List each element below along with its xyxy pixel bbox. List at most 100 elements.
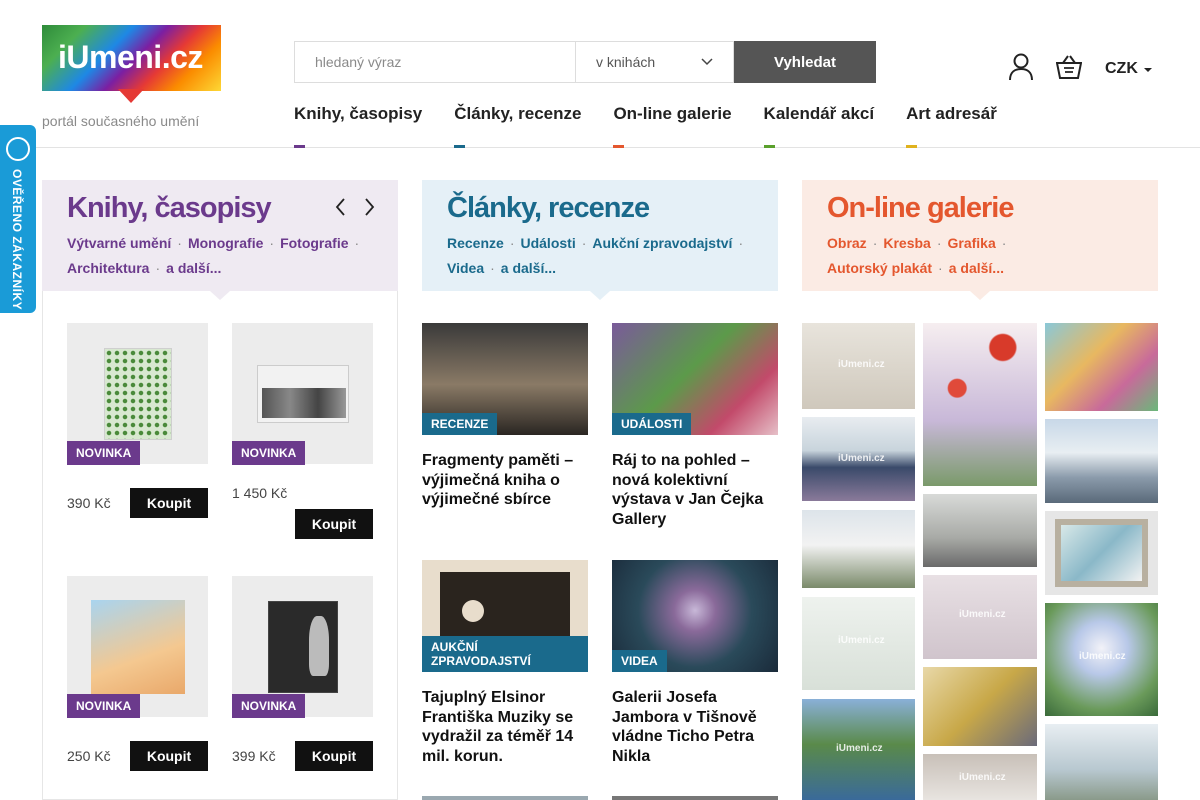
article-card[interactable]: VIDEA Galerii Josefa Jambora v Tišnově v… bbox=[612, 560, 778, 766]
book-card[interactable]: NOVINKA 1 450 Kč Koupit bbox=[232, 323, 373, 539]
artwork-thumbnail[interactable] bbox=[923, 494, 1037, 567]
nav-label: Art adresář bbox=[906, 104, 997, 123]
category-badge: VIDEA bbox=[612, 650, 667, 672]
category-badge: AUKČNÍ ZPRAVODAJSTVÍ bbox=[422, 636, 588, 672]
artwork-thumbnail[interactable]: iUmeni.cz bbox=[923, 754, 1037, 800]
book-price: 390 Kč bbox=[67, 495, 111, 511]
gallery-link[interactable]: Kresba bbox=[883, 235, 930, 251]
chevron-left-icon[interactable] bbox=[332, 196, 350, 218]
buy-button[interactable]: Koupit bbox=[130, 741, 208, 771]
new-badge: NOVINKA bbox=[67, 694, 141, 718]
new-badge: NOVINKA bbox=[232, 694, 306, 718]
artwork-thumbnail[interactable] bbox=[1045, 323, 1158, 411]
chevron-down-icon bbox=[701, 58, 713, 66]
artwork-thumbnail[interactable] bbox=[923, 667, 1037, 746]
article-image-partial bbox=[612, 796, 778, 800]
books-link[interactable]: Výtvarné umění bbox=[67, 235, 171, 251]
article-card[interactable]: RECENZE Fragmenty paměti – výjimečná kni… bbox=[422, 323, 588, 510]
books-header: Knihy, časopisy Výtvarné umění · Monografi… bbox=[42, 180, 398, 300]
articles-link[interactable]: Události bbox=[520, 235, 575, 251]
articles-title[interactable]: Články, recenze bbox=[447, 192, 753, 225]
artwork-thumbnail[interactable]: iUmeni.cz bbox=[802, 699, 915, 800]
category-badge: UDÁLOSTI bbox=[612, 413, 692, 435]
currency-label: CZK bbox=[1105, 60, 1138, 77]
header-notch bbox=[970, 291, 990, 300]
nav-item-gallery[interactable]: On-line galerie bbox=[613, 104, 732, 148]
gallery-link[interactable]: Grafika bbox=[948, 235, 996, 251]
nav-bar bbox=[613, 145, 625, 148]
nav-item-calendar[interactable]: Kalendář akcí bbox=[763, 104, 874, 148]
books-title[interactable]: Knihy, časopisy bbox=[67, 192, 373, 225]
article-title[interactable]: Tajuplný Elsinor Františka Muziky se vyd… bbox=[422, 688, 588, 766]
nav-label: Články, recenze bbox=[454, 104, 582, 123]
artwork-thumbnail[interactable]: iUmeni.cz bbox=[802, 597, 915, 690]
gallery-link[interactable]: a další... bbox=[949, 260, 1004, 276]
currency-switch[interactable]: CZK bbox=[1105, 60, 1152, 78]
book-card[interactable]: NOVINKA 399 Kč Koupit bbox=[232, 576, 373, 771]
watermark: iUmeni.cz bbox=[959, 772, 1006, 783]
article-image: AUKČNÍ ZPRAVODAJSTVÍ bbox=[422, 560, 588, 672]
book-card[interactable]: NOVINKA 250 Kč Koupit bbox=[67, 576, 208, 771]
articles-header: Články, recenze Recenze · Události · Aukční … bbox=[422, 180, 778, 300]
article-title[interactable]: Ráj to na pohled – nová kolektivní výsta… bbox=[612, 451, 778, 529]
article-image-partial bbox=[422, 796, 588, 800]
search-scope-select[interactable]: v knihách bbox=[575, 41, 734, 83]
books-link[interactable]: Architektura bbox=[67, 260, 149, 276]
artwork-thumbnail[interactable]: iUmeni.cz bbox=[1045, 603, 1158, 716]
articles-link[interactable]: Aukční zpravodajství bbox=[592, 235, 732, 251]
artwork-thumbnail[interactable] bbox=[923, 323, 1037, 486]
verified-by-customers-tab[interactable]: OVĚŘENO ZÁKAZNÍKY bbox=[0, 125, 36, 313]
logo-tip bbox=[118, 89, 144, 103]
artwork-thumbnail[interactable]: iUmeni.cz bbox=[802, 323, 915, 409]
search-button[interactable]: Vyhledat bbox=[734, 41, 876, 83]
book-card[interactable]: NOVINKA 390 Kč Koupit bbox=[67, 323, 208, 518]
site-logo[interactable]: iUmeni.cz bbox=[42, 25, 221, 103]
article-card[interactable]: AUKČNÍ ZPRAVODAJSTVÍ Tajuplný Elsinor Fr… bbox=[422, 560, 588, 766]
artwork-thumbnail[interactable] bbox=[1045, 724, 1158, 800]
artwork-thumbnail[interactable] bbox=[1045, 419, 1158, 503]
watermark: iUmeni.cz bbox=[959, 609, 1006, 620]
article-image: UDÁLOSTI bbox=[612, 323, 778, 435]
nav-bar bbox=[906, 145, 918, 148]
books-links: Výtvarné umění · Monografie · Fotografie · Arc… bbox=[67, 235, 360, 276]
verified-label: OVĚŘENO ZÁKAZNÍKY bbox=[10, 169, 24, 311]
watermark: iUmeni.cz bbox=[838, 453, 885, 464]
artwork-thumbnail[interactable] bbox=[1045, 511, 1158, 595]
book-cover: NOVINKA bbox=[67, 576, 208, 718]
artwork-thumbnail[interactable] bbox=[802, 510, 915, 588]
header-notch bbox=[590, 291, 610, 300]
articles-link[interactable]: Videa bbox=[447, 260, 484, 276]
article-title[interactable]: Galerii Josefa Jambora v Tišnově vládne … bbox=[612, 688, 778, 766]
nav-item-books[interactable]: Knihy, časopisy bbox=[294, 104, 422, 148]
artwork-thumbnail[interactable]: iUmeni.cz bbox=[923, 575, 1037, 659]
article-title[interactable]: Fragmenty paměti – výjimečná kniha o výj… bbox=[422, 451, 588, 510]
buy-button[interactable]: Koupit bbox=[295, 741, 373, 771]
nav-bar bbox=[763, 145, 775, 148]
buy-button[interactable]: Koupit bbox=[130, 488, 208, 518]
nav-item-articles[interactable]: Články, recenze bbox=[454, 104, 581, 148]
main-nav: Knihy, časopisy Články, recenze On-line … bbox=[294, 104, 1029, 148]
artwork-thumbnail[interactable]: iUmeni.cz bbox=[802, 417, 915, 501]
gallery-link[interactable]: Obraz bbox=[827, 235, 867, 251]
articles-link[interactable]: a další... bbox=[501, 260, 556, 276]
books-link[interactable]: Fotografie bbox=[280, 235, 348, 251]
site-header: iUmeni.cz portál současného umění v knih… bbox=[0, 0, 1200, 148]
article-card[interactable]: UDÁLOSTI Ráj to na pohled – nová kolekti… bbox=[612, 323, 778, 529]
new-badge: NOVINKA bbox=[67, 441, 141, 465]
gallery-link[interactable]: Autorský plakát bbox=[827, 260, 932, 276]
books-grid: NOVINKA 390 Kč Koupit NOVINKA 1 450 Kč K… bbox=[42, 291, 398, 800]
buy-button[interactable]: Koupit bbox=[295, 509, 373, 539]
books-link[interactable]: Monografie bbox=[188, 235, 263, 251]
articles-link[interactable]: Recenze bbox=[447, 235, 504, 251]
chevron-right-icon[interactable] bbox=[360, 196, 378, 218]
search-input[interactable] bbox=[294, 41, 575, 83]
book-cover: NOVINKA bbox=[232, 576, 373, 718]
cart-icon[interactable] bbox=[1054, 52, 1084, 82]
gallery-title[interactable]: On-line galerie bbox=[827, 192, 1133, 225]
nav-item-directory[interactable]: Art adresář bbox=[906, 104, 997, 148]
book-cover: NOVINKA bbox=[232, 323, 373, 465]
user-icon[interactable] bbox=[1006, 52, 1036, 82]
book-price: 250 Kč bbox=[67, 748, 111, 764]
book-cover: NOVINKA bbox=[67, 323, 208, 465]
books-link[interactable]: a další... bbox=[166, 260, 221, 276]
